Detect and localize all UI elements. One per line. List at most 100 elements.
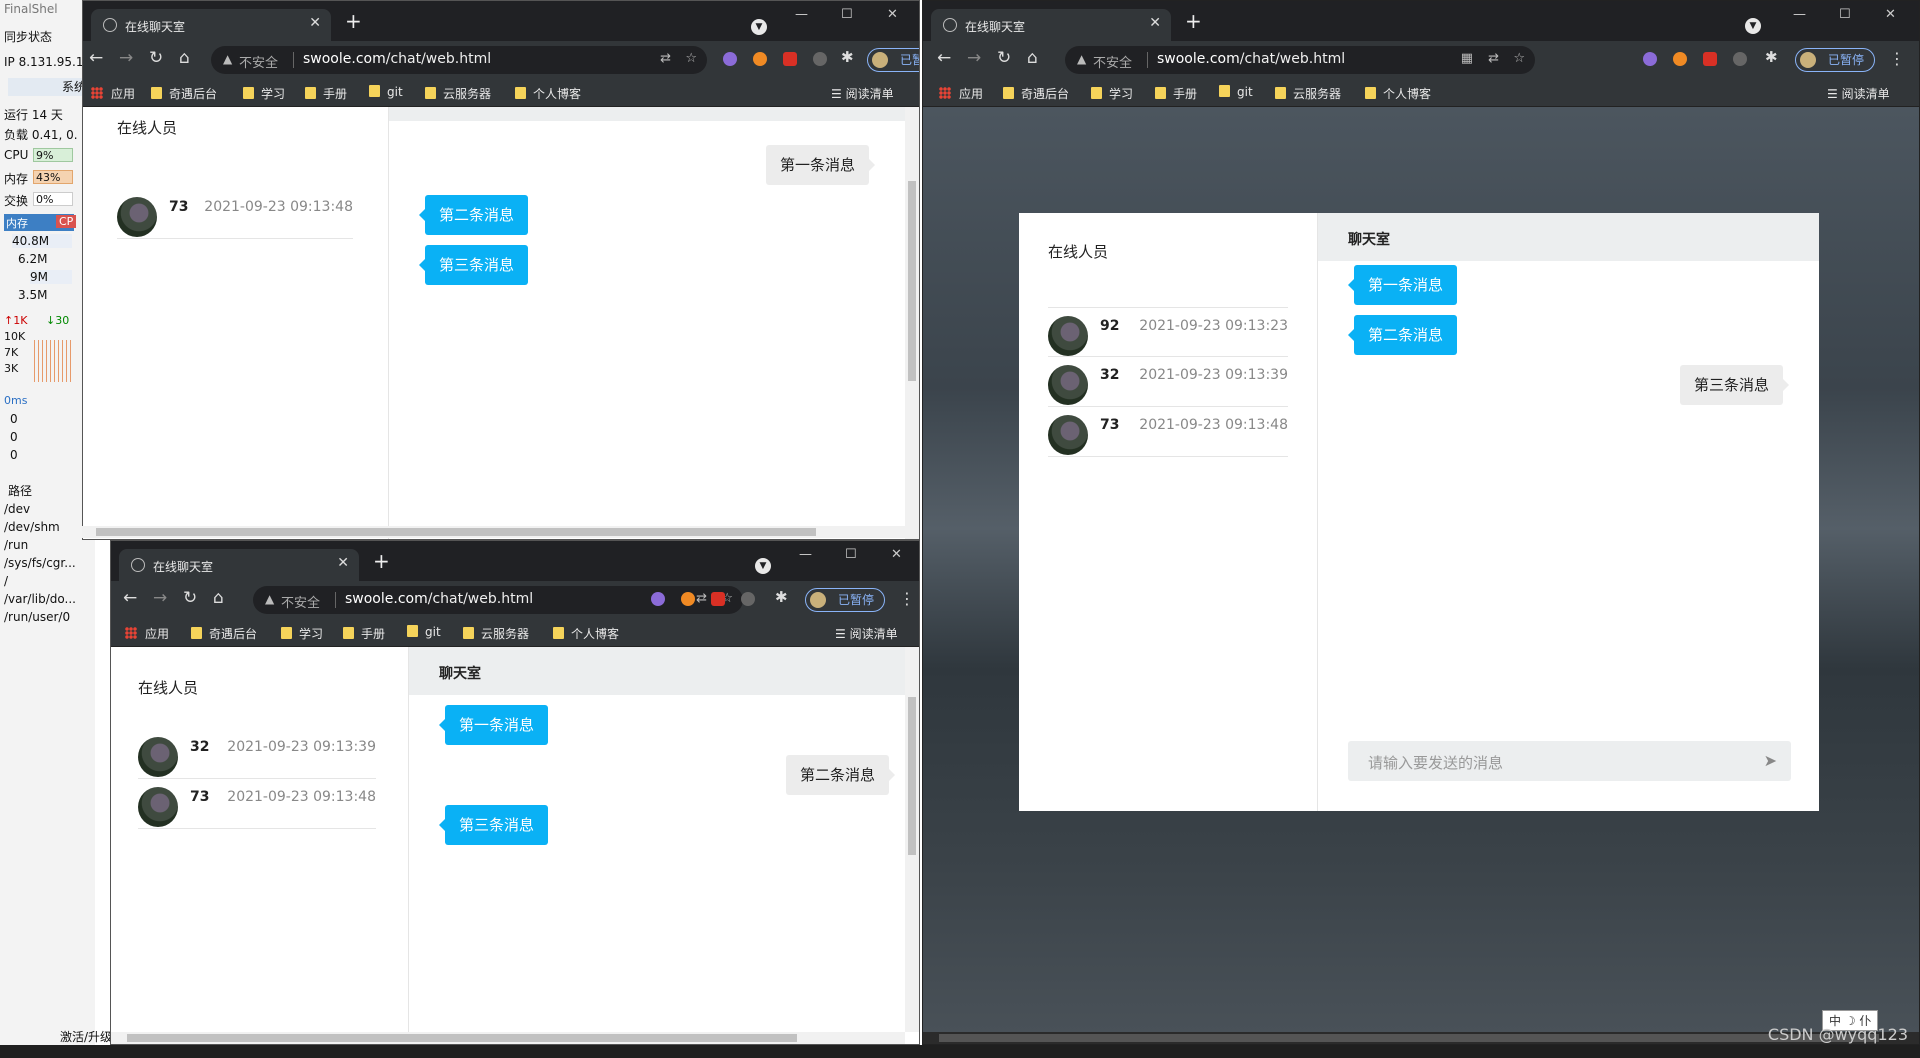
extension-arrow-icon[interactable] (1733, 52, 1747, 66)
bookmark-star-icon[interactable]: ☆ (1513, 51, 1525, 66)
browser-tab[interactable]: 在线聊天室 ✕ (119, 549, 359, 581)
bookmark-folder[interactable]: 云服务器 (1275, 85, 1341, 102)
extension-arrow-icon[interactable] (741, 592, 755, 606)
scroll-thumb[interactable] (908, 181, 916, 381)
extensions-puzzle-icon[interactable]: ✱ (775, 588, 789, 606)
close-window-icon[interactable]: ✕ (887, 7, 898, 22)
back-icon[interactable]: ← (123, 588, 137, 608)
vertical-scrollbar[interactable] (905, 647, 919, 1032)
activate-link[interactable]: 激活/升级 (60, 1028, 112, 1045)
back-icon[interactable]: ← (89, 48, 103, 68)
translate-icon[interactable]: ⇄ (696, 591, 707, 606)
bookmark-folder[interactable]: 云服务器 (463, 625, 529, 642)
scroll-thumb[interactable] (939, 1034, 1879, 1042)
close-tab-icon[interactable]: ✕ (1149, 15, 1161, 31)
browser-window-1[interactable]: 在线聊天室 ✕ + ▼ — ☐ ✕ ← → ↻ ⌂ ▲ 不安全 swoole.c… (82, 0, 920, 540)
new-tab-button[interactable]: + (373, 551, 390, 571)
path-header[interactable]: 路径 (8, 482, 32, 499)
new-tab-button[interactable]: + (1185, 11, 1202, 31)
path-4[interactable]: /sys/fs/cgr... (4, 556, 76, 570)
close-window-icon[interactable]: ✕ (891, 547, 902, 562)
bookmark-folder[interactable]: 个人博客 (1365, 85, 1431, 102)
close-tab-icon[interactable]: ✕ (337, 555, 349, 571)
bookmark-folder[interactable]: git (369, 85, 403, 99)
extension-firefox-icon[interactable] (753, 52, 767, 66)
home-icon[interactable]: ⌂ (1027, 48, 1038, 68)
reload-icon[interactable]: ↻ (183, 588, 197, 608)
reload-icon[interactable]: ↻ (997, 48, 1011, 68)
path-1[interactable]: /dev (4, 502, 30, 516)
user-item[interactable]: 92 2021-09-23 09:13:23 (1048, 307, 1288, 357)
extension-arrow-icon[interactable] (813, 52, 827, 66)
forward-icon[interactable]: → (153, 588, 167, 608)
bookmark-star-icon[interactable]: ☆ (685, 51, 697, 66)
bookmark-folder[interactable]: 手册 (343, 625, 385, 642)
profile-paused-button[interactable]: 已暂停 (867, 48, 919, 72)
bookmark-folder[interactable]: 个人博客 (515, 85, 581, 102)
extension-firefox-icon[interactable] (1673, 52, 1687, 66)
reading-list[interactable]: ☰ 阅读清单 (831, 85, 894, 102)
close-tab-icon[interactable]: ✕ (309, 15, 321, 31)
message-input[interactable]: 请输入要发送的消息 ➤ (1348, 741, 1791, 781)
user-item[interactable]: 32 2021-09-23 09:13:39 (1048, 357, 1288, 407)
minimize-icon[interactable]: — (1793, 7, 1806, 22)
taskbar[interactable] (0, 1045, 1920, 1058)
translate-icon[interactable]: ⇄ (660, 51, 671, 66)
bookmark-folder[interactable]: 云服务器 (425, 85, 491, 102)
browser-window-2[interactable]: 在线聊天室 ✕ + ▼ — ☐ ✕ ← → ↻ ⌂ ▲ 不安全 swoole.c… (110, 540, 920, 1045)
qr-icon[interactable]: ▦ (1461, 51, 1473, 66)
browser-tab[interactable]: 在线聊天室 ✕ (91, 9, 331, 41)
extension-firefox-icon[interactable] (681, 592, 695, 606)
user-item[interactable]: 73 2021-09-23 09:13:48 (138, 779, 376, 829)
process-header[interactable]: 内存 CP (4, 214, 77, 231)
bookmark-folder[interactable]: git (1219, 85, 1253, 99)
forward-icon[interactable]: → (119, 48, 133, 68)
forward-icon[interactable]: → (967, 48, 981, 68)
address-bar[interactable]: ▲ 不安全 swoole.com/chat/web.html ▦ ⇄ ☆ (1065, 46, 1535, 74)
extension-video-icon[interactable] (783, 52, 797, 66)
extension-clock-icon[interactable] (651, 592, 665, 606)
extension-video-icon[interactable] (1703, 52, 1717, 66)
minimize-icon[interactable]: — (795, 7, 808, 22)
user-item[interactable]: 73 2021-09-23 09:13:48 (1048, 407, 1288, 457)
home-icon[interactable]: ⌂ (179, 48, 190, 68)
tab-search-icon[interactable]: ▼ (1745, 18, 1761, 34)
tab-search-icon[interactable]: ▼ (751, 19, 767, 35)
address-bar[interactable]: ▲ 不安全 swoole.com/chat/web.html ⇄ ☆ (211, 46, 707, 74)
maximize-icon[interactable]: ☐ (845, 547, 857, 562)
scroll-thumb[interactable] (908, 697, 916, 855)
menu-icon[interactable]: ⋮ (899, 589, 915, 608)
bookmark-apps[interactable]: 应用 (939, 85, 983, 102)
bookmark-folder[interactable]: 学习 (281, 625, 323, 642)
reload-icon[interactable]: ↻ (149, 48, 163, 68)
extension-clock-icon[interactable] (1643, 52, 1657, 66)
path-7[interactable]: /run/user/0 (4, 610, 70, 624)
scroll-thumb[interactable] (127, 1034, 797, 1042)
bookmark-folder[interactable]: 奇遇后台 (1003, 85, 1069, 102)
extension-clock-icon[interactable] (723, 52, 737, 66)
send-icon[interactable]: ➤ (1764, 751, 1777, 770)
scroll-thumb[interactable] (96, 528, 816, 536)
address-bar[interactable]: ▲ 不安全 swoole.com/chat/web.html ⇄ ☆ (253, 586, 743, 614)
reading-list[interactable]: ☰ 阅读清单 (1827, 85, 1890, 102)
maximize-icon[interactable]: ☐ (841, 7, 853, 22)
translate-icon[interactable]: ⇄ (1488, 51, 1499, 66)
bookmark-folder[interactable]: 奇遇后台 (191, 625, 257, 642)
profile-paused-button[interactable]: 已暂停 (1795, 48, 1875, 72)
bookmark-folder[interactable]: 个人博客 (553, 625, 619, 642)
bookmark-folder[interactable]: git (407, 625, 441, 639)
user-item[interactable]: 73 2021-09-23 09:13:48 (117, 189, 353, 239)
path-3[interactable]: /run (4, 538, 28, 552)
menu-icon[interactable]: ⋮ (1889, 49, 1905, 68)
browser-tab[interactable]: 在线聊天室 ✕ (931, 9, 1171, 41)
path-5[interactable]: / (4, 574, 8, 588)
vertical-scrollbar[interactable] (905, 107, 919, 539)
maximize-icon[interactable]: ☐ (1839, 7, 1851, 22)
bookmark-folder[interactable]: 手册 (305, 85, 347, 102)
reading-list[interactable]: ☰ 阅读清单 (835, 625, 898, 642)
horizontal-scrollbar[interactable] (82, 526, 906, 538)
path-2[interactable]: /dev/shm (4, 520, 60, 534)
bookmark-folder[interactable]: 手册 (1155, 85, 1197, 102)
minimize-icon[interactable]: — (799, 547, 812, 562)
bookmark-apps[interactable]: 应用 (125, 625, 169, 642)
